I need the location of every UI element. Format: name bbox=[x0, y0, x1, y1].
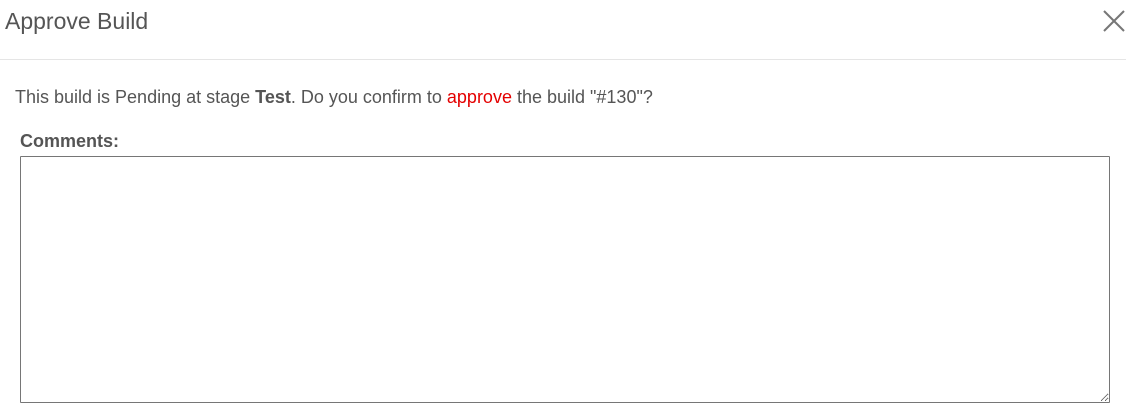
close-button[interactable] bbox=[1102, 9, 1126, 33]
dialog-title: Approve Build bbox=[5, 8, 149, 34]
approve-build-dialog: Approve Build This build is Pending at s… bbox=[0, 0, 1126, 414]
comments-label: Comments: bbox=[20, 131, 120, 151]
message-middle: . Do you confirm to bbox=[290, 87, 447, 107]
confirmation-message: This build is Pending at stage Test. Do … bbox=[15, 86, 653, 108]
close-icon bbox=[1103, 10, 1125, 32]
message-suffix: the build "#130"? bbox=[511, 87, 653, 107]
message-prefix: This build is Pending at stage bbox=[15, 87, 256, 107]
comments-textarea[interactable] bbox=[20, 156, 1110, 403]
stage-name: Test bbox=[255, 87, 291, 107]
dialog-header: Approve Build bbox=[0, 0, 1126, 60]
action-word: approve bbox=[446, 87, 512, 107]
